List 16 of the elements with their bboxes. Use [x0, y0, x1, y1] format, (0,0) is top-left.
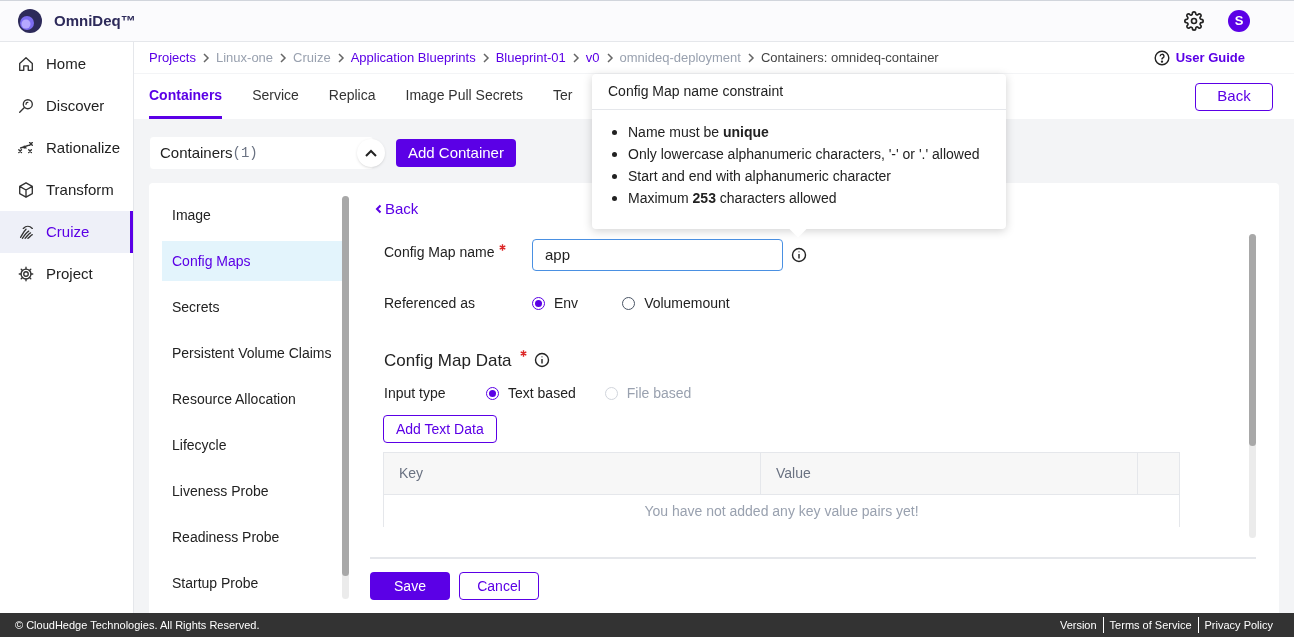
tooltip-title: Config Map name constraint — [592, 74, 1006, 110]
field-label: Referenced as — [384, 293, 477, 313]
config-map-name-label: Config Map name — [384, 241, 532, 263]
app-name: OmniDeq™ — [54, 10, 136, 31]
copyright-text: © CloudHedge Technologies. All Rights Reserved. — [15, 617, 260, 633]
field-label: Input type — [384, 384, 447, 403]
constraint-item: Start and end with alphanumeric character — [628, 167, 892, 186]
constraint-item: Maximum 253 characters allowed — [628, 189, 837, 208]
empty-message: You have not added any key value pairs yet! — [644, 502, 919, 521]
containers-label: Containers — [160, 142, 233, 163]
constraint-item: Name must be unique — [628, 123, 769, 142]
config-map-data-title: Config Map Data — [384, 349, 512, 372]
column-header: Value — [761, 453, 1138, 494]
column-header: Key — [384, 453, 761, 494]
constraint-item: Only lowercase alphanumeric characters, '-' or '.' allowed — [628, 145, 980, 164]
containers-count: (1) — [232, 143, 258, 163]
